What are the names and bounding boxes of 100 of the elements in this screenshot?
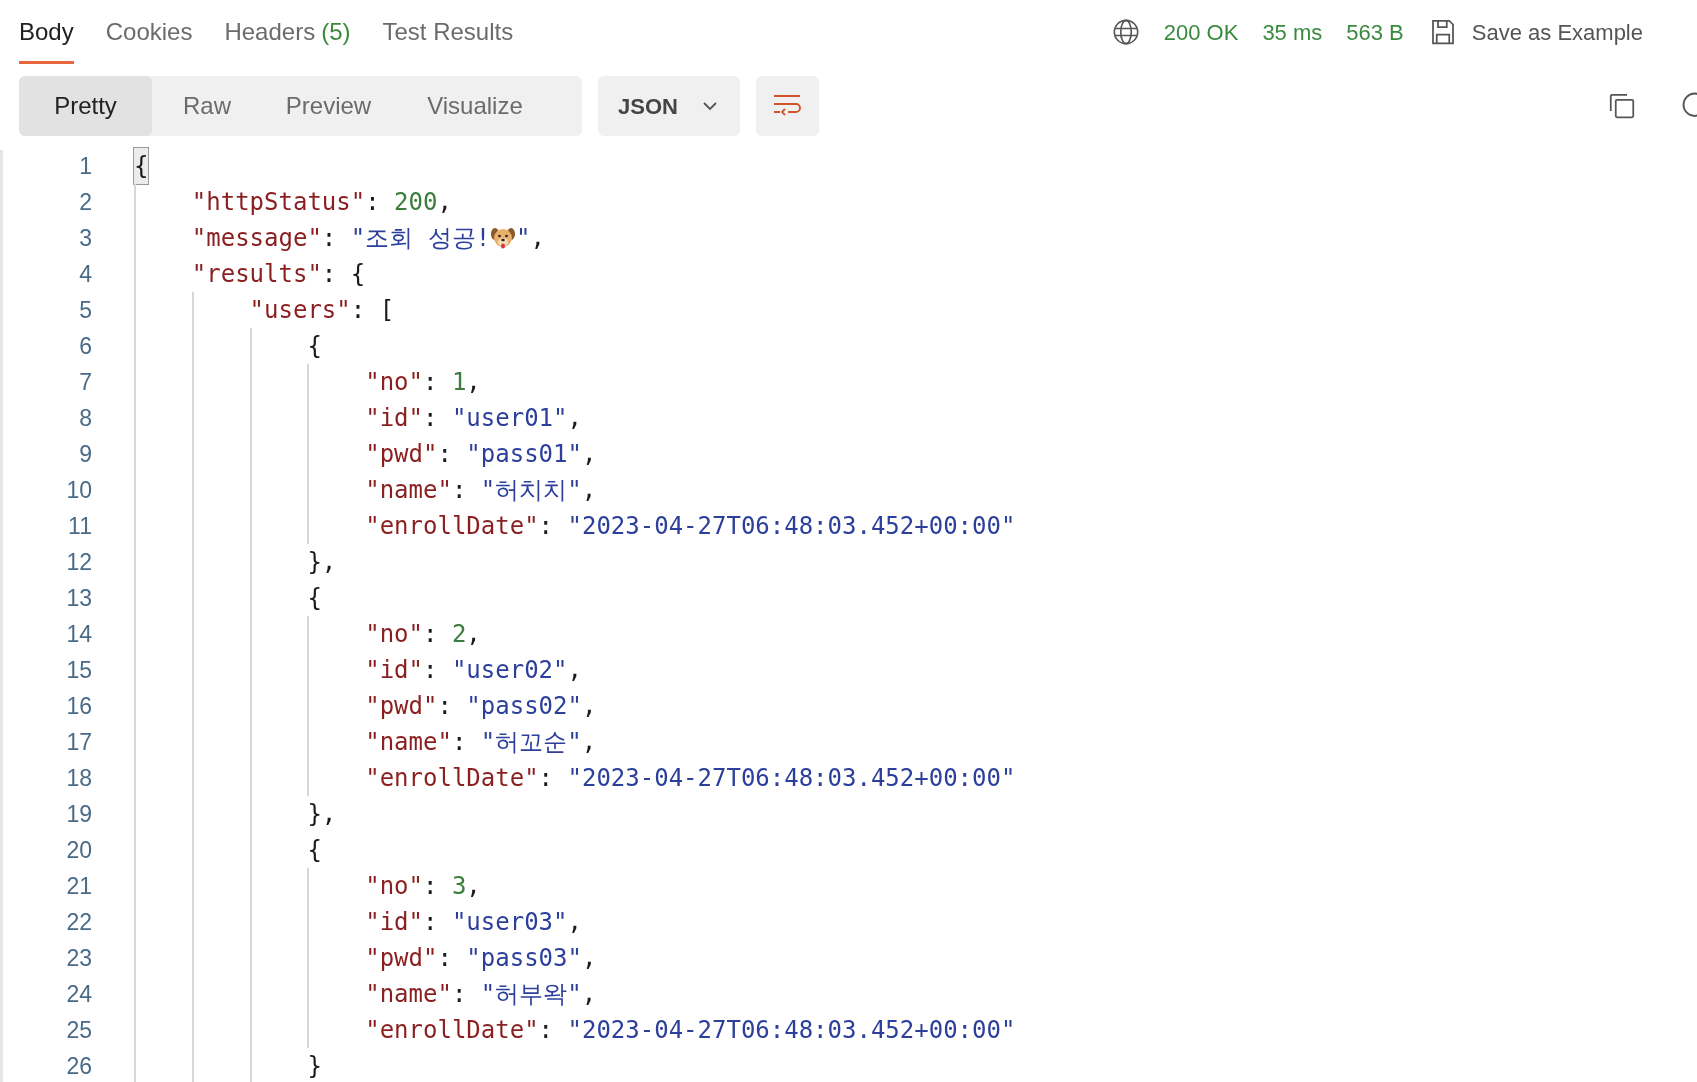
json-punctuation: : <box>437 943 453 974</box>
json-key: "id" <box>365 400 423 436</box>
json-punctuation: : <box>437 439 453 470</box>
line-number: 14 <box>65 619 92 649</box>
json-punctuation: : <box>451 475 468 506</box>
line-number: 17 <box>65 727 92 757</box>
json-punctuation: : <box>321 223 338 254</box>
json-string: "조회 성공! <box>350 223 491 254</box>
json-string: " <box>516 223 531 254</box>
json-punctuation: : <box>538 763 555 794</box>
line-number: 22 <box>65 907 92 937</box>
line-number: 23 <box>65 943 92 973</box>
json-key: "id" <box>365 652 423 688</box>
json-punctuation: , <box>581 475 597 506</box>
wrap-lines-button[interactable] <box>755 76 819 136</box>
line-number: 10 <box>65 475 92 505</box>
json-string: "2023-04-27T06:48:03.452+00:00" <box>567 511 1016 542</box>
json-punctuation: : <box>423 367 439 398</box>
view-mode-tab[interactable]: Visualize <box>395 76 555 136</box>
json-punctuation: , <box>466 619 481 650</box>
json-punctuation: : <box>451 979 468 1010</box>
line-number: 4 <box>78 259 92 289</box>
json-punctuation: , <box>530 223 545 254</box>
json-punctuation: , <box>466 367 481 398</box>
json-punctuation: : <box>437 691 453 722</box>
json-key: "name" <box>365 472 452 508</box>
line-number: 12 <box>65 547 92 577</box>
json-punctuation: , <box>581 439 597 470</box>
json-key: "httpStatus" <box>191 184 366 220</box>
globe-icon[interactable] <box>1111 18 1140 46</box>
line-number: 3 <box>78 223 92 253</box>
json-punctuation: , <box>466 871 481 902</box>
json-punctuation: , <box>581 691 597 722</box>
matched-bracket: { <box>134 148 149 184</box>
response-tab[interactable]: Body <box>19 0 74 64</box>
json-key: "no" <box>365 868 423 904</box>
save-as-example-button[interactable]: Save as Example <box>1427 15 1643 49</box>
json-punctuation: : <box>365 187 381 218</box>
line-number: 26 <box>65 1051 92 1081</box>
format-dropdown[interactable]: JSON <box>598 76 740 136</box>
view-mode-tab[interactable]: Preview <box>262 76 395 136</box>
line-number: 18 <box>65 763 92 793</box>
response-tab[interactable]: Cookies <box>105 0 193 64</box>
json-punctuation: : <box>423 907 439 938</box>
json-string: "허치치" <box>480 475 582 506</box>
json-key: "users" <box>249 292 351 328</box>
json-punctuation: }, <box>307 799 337 830</box>
json-string: "pass03" <box>466 943 582 974</box>
line-number: 7 <box>78 367 92 397</box>
line-number: 6 <box>78 331 92 361</box>
json-key: "message" <box>191 220 322 256</box>
line-number: 25 <box>65 1015 92 1045</box>
line-number: 24 <box>65 979 92 1009</box>
json-punctuation: : <box>451 727 468 758</box>
json-punctuation: , <box>437 187 452 218</box>
json-key: "id" <box>365 904 423 940</box>
json-key: "enrollDate" <box>365 1012 539 1048</box>
line-number: 2 <box>78 187 92 217</box>
json-key: "no" <box>365 616 423 652</box>
line-number: 5 <box>78 295 92 325</box>
json-punctuation: { <box>307 331 322 362</box>
copy-icon[interactable] <box>1607 91 1637 121</box>
status-code[interactable]: 200 OK <box>1163 15 1239 49</box>
line-number: 20 <box>65 835 92 865</box>
json-punctuation: : <box>538 511 555 542</box>
json-punctuation: : <box>423 619 439 650</box>
json-string: "2023-04-27T06:48:03.452+00:00" <box>567 763 1016 794</box>
json-key: "results" <box>191 256 322 292</box>
json-punctuation: { <box>307 835 322 866</box>
json-number: 3 <box>451 871 467 902</box>
line-number: 1 <box>78 151 92 181</box>
view-mode-tab[interactable]: Pretty <box>19 76 152 136</box>
json-punctuation: : <box>423 871 439 902</box>
line-number: 11 <box>67 511 92 541</box>
json-key: "pwd" <box>365 688 438 724</box>
json-string: "user02" <box>451 655 568 686</box>
json-number: 200 <box>394 187 438 218</box>
json-key: "enrollDate" <box>365 508 539 544</box>
json-string: "pass02" <box>466 691 582 722</box>
json-punctuation: : <box>423 655 439 686</box>
json-string: "허부왁" <box>480 979 582 1010</box>
json-punctuation: } <box>307 1051 322 1082</box>
response-tab[interactable]: Headers (5) <box>224 0 351 64</box>
line-number: 13 <box>65 583 92 613</box>
json-punctuation: , <box>581 943 597 974</box>
json-key: "no" <box>365 364 423 400</box>
json-punctuation: , <box>581 727 597 758</box>
line-number: 15 <box>65 655 92 685</box>
json-string: "user01" <box>451 403 568 434</box>
json-key: "name" <box>365 724 452 760</box>
response-size[interactable]: 563 B <box>1346 15 1404 49</box>
json-key: "name" <box>365 976 452 1012</box>
response-time[interactable]: 35 ms <box>1262 15 1323 49</box>
response-tab[interactable]: Test Results <box>382 0 514 64</box>
view-mode-tab[interactable]: Raw <box>152 76 262 136</box>
json-number: 1 <box>451 367 467 398</box>
json-punctuation: { <box>307 583 322 614</box>
json-punctuation: , <box>567 907 582 938</box>
json-key: "enrollDate" <box>365 760 539 796</box>
json-punctuation: , <box>567 655 582 686</box>
